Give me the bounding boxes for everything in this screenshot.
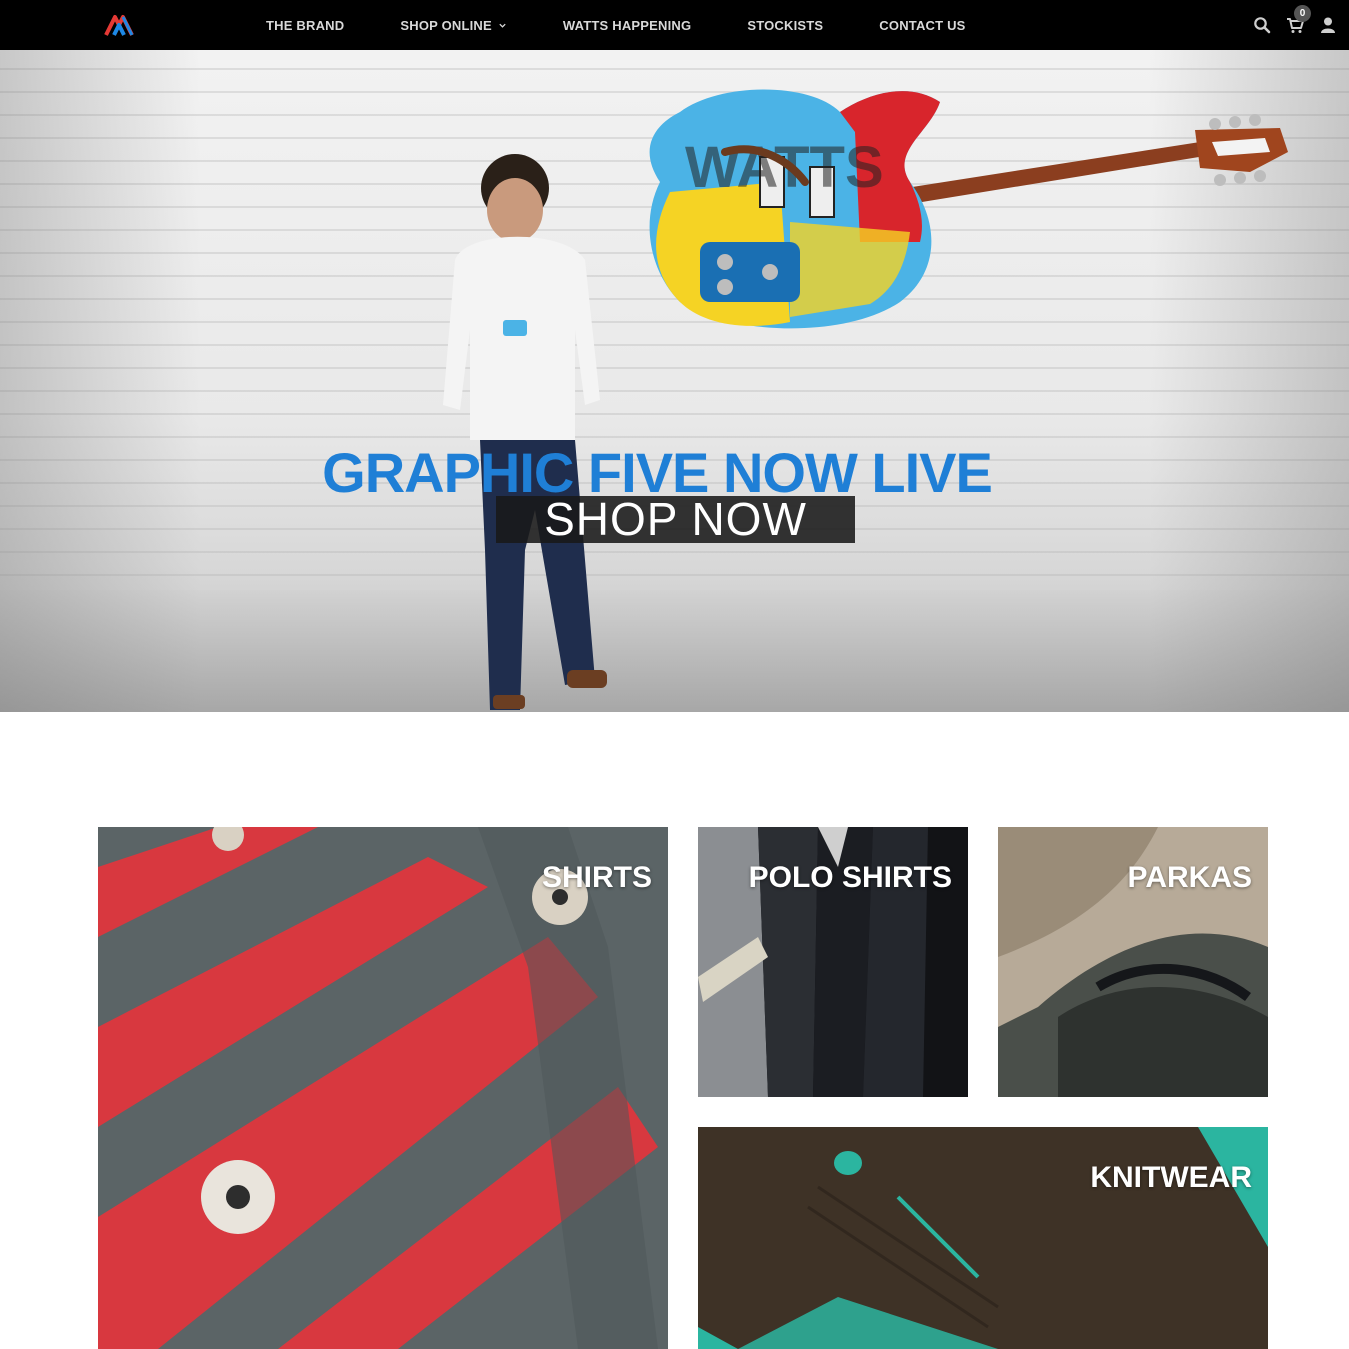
menu-item-contact-us[interactable]: CONTACT US xyxy=(879,18,965,33)
menu-item-watts-happening[interactable]: WATTS HAPPENING xyxy=(563,18,691,33)
nav-icons: 0 xyxy=(1238,0,1337,50)
shirts-photo xyxy=(98,827,668,1349)
category-label: KNITWEAR xyxy=(1090,1161,1252,1194)
user-icon[interactable] xyxy=(1319,16,1337,34)
category-tile-knitwear[interactable]: KNITWEAR xyxy=(698,1127,1268,1349)
brand-logo[interactable] xyxy=(104,11,134,39)
category-tile-parkas[interactable]: PARKAS xyxy=(998,827,1268,1097)
menu-item-shop-online[interactable]: SHOP ONLINE xyxy=(400,18,507,33)
category-label: PARKAS xyxy=(1127,861,1252,894)
hero-floor xyxy=(0,590,1349,712)
hero-vignette-left xyxy=(0,50,200,712)
hero-banner[interactable]: WATTS GRAPHIC FIVE NOW LIVE SHOP NOW xyxy=(0,50,1349,712)
menu-item-label: THE BRAND xyxy=(266,17,345,33)
cart-count-badge: 0 xyxy=(1294,5,1311,22)
menu-item-label: CONTACT US xyxy=(879,17,966,33)
category-label: SHIRTS xyxy=(541,861,652,894)
menu-item-label: WATTS HAPPENING xyxy=(562,17,692,33)
model-photo xyxy=(443,154,607,710)
cart-button[interactable]: 0 xyxy=(1286,5,1311,34)
shop-now-button[interactable]: SHOP NOW xyxy=(496,496,855,543)
menu-item-the-brand[interactable]: THE BRAND xyxy=(266,18,344,33)
search-icon[interactable] xyxy=(1253,16,1271,34)
svg-text:WATTS: WATTS xyxy=(685,135,884,200)
menu-item-stockists[interactable]: STOCKISTS xyxy=(747,18,823,33)
category-tile-polo-shirts[interactable]: POLO SHIRTS xyxy=(698,827,968,1097)
top-nav: THE BRAND SHOP ONLINE WATTS HAPPENING ST… xyxy=(0,0,1349,50)
category-label: POLO SHIRTS xyxy=(748,861,952,894)
guitar-image: WATTS xyxy=(649,89,1288,329)
main-menu: THE BRAND SHOP ONLINE WATTS HAPPENING ST… xyxy=(266,0,1022,50)
menu-item-label: STOCKISTS xyxy=(747,17,824,33)
chevron-down-icon xyxy=(499,23,506,28)
category-tile-shirts[interactable]: SHIRTS xyxy=(98,827,668,1349)
menu-item-label: SHOP ONLINE xyxy=(400,17,492,33)
